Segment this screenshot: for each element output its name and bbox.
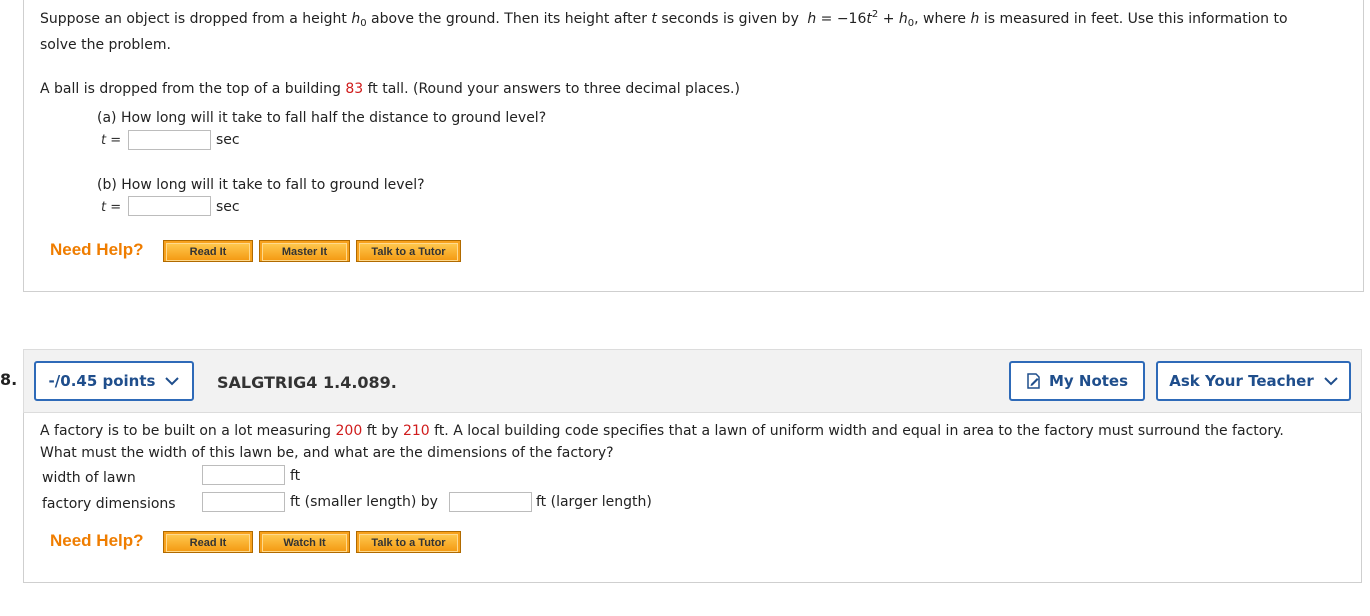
read-it-label: Read It bbox=[166, 534, 250, 552]
factory-dimensions-label: factory dimensions bbox=[42, 496, 176, 512]
lawn-width-input[interactable] bbox=[202, 465, 285, 485]
q7-intro-text: seconds is given by bbox=[656, 11, 804, 27]
my-notes-button[interactable]: My Notes bbox=[1009, 361, 1145, 401]
lawn-width-label: width of lawn bbox=[42, 470, 136, 486]
talk-to-tutor-button[interactable]: Talk to a Tutor bbox=[356, 240, 461, 262]
master-it-label: Master It bbox=[262, 243, 347, 261]
factory-smaller-length-input[interactable] bbox=[202, 492, 285, 512]
equals-sign: = bbox=[106, 200, 122, 215]
read-it-button[interactable]: Read It bbox=[163, 531, 253, 553]
talk-to-tutor-button[interactable]: Talk to a Tutor bbox=[356, 531, 461, 553]
eq-h: h bbox=[807, 11, 817, 27]
q7-intro-text: Suppose an object is dropped from a heig… bbox=[40, 11, 352, 27]
question-id: SALGTRIG4 1.4.089. bbox=[217, 373, 397, 392]
equals-sign: = bbox=[106, 133, 122, 148]
talk-to-tutor-label: Talk to a Tutor bbox=[359, 243, 458, 261]
lot-width-value: 200 bbox=[335, 423, 363, 439]
height-equation: h = −16t2 + h0, bbox=[807, 9, 918, 29]
eq-h0: h bbox=[898, 11, 908, 27]
part-a-unit: sec bbox=[216, 132, 240, 148]
part-b-answer-input[interactable] bbox=[128, 196, 211, 216]
notes-icon bbox=[1027, 373, 1040, 389]
part-b-unit: sec bbox=[216, 199, 240, 215]
ask-your-teacher-button[interactable]: Ask Your Teacher bbox=[1156, 361, 1351, 401]
points-dropdown[interactable]: -/0.45 points bbox=[34, 361, 194, 401]
question-number: 8. bbox=[0, 370, 18, 389]
chevron-down-icon bbox=[165, 376, 180, 385]
q7-problem-statement: A ball is dropped from the top of a buil… bbox=[40, 81, 740, 97]
lawn-width-unit: ft bbox=[290, 468, 301, 484]
my-notes-label: My Notes bbox=[1048, 372, 1129, 390]
q7-intro-text: where bbox=[918, 11, 971, 27]
q8-text: ft. A local building code specifies that… bbox=[429, 423, 1284, 439]
master-it-button[interactable]: Master It bbox=[259, 240, 350, 262]
building-height-value: 83 bbox=[345, 81, 364, 97]
part-a-answer-input[interactable] bbox=[128, 130, 211, 150]
q7-part-a-question: (a) How long will it take to fall half t… bbox=[97, 110, 547, 126]
need-help-label: Need Help? bbox=[50, 240, 144, 259]
q7-problem-text: A ball is dropped from the top of a buil… bbox=[40, 81, 346, 97]
part-b-t-label: t = bbox=[101, 200, 121, 215]
read-it-label: Read It bbox=[166, 243, 250, 261]
var-h0: h bbox=[351, 11, 361, 27]
points-label: -/0.45 points bbox=[48, 372, 156, 390]
q8-text: A factory is to be built on a lot measur… bbox=[40, 423, 336, 439]
q8-text: ft by bbox=[362, 423, 403, 439]
factory-larger-length-input[interactable] bbox=[449, 492, 532, 512]
q7-intro-line1: Suppose an object is dropped from a heig… bbox=[40, 9, 1288, 29]
q7-intro-line2: solve the problem. bbox=[40, 37, 171, 53]
part-a-t-label: t = bbox=[101, 133, 121, 148]
lot-length-value: 210 bbox=[402, 423, 430, 439]
chevron-down-icon bbox=[1324, 376, 1338, 385]
smaller-length-unit: ft (smaller length) by bbox=[290, 494, 438, 510]
q8-problem-line1: A factory is to be built on a lot measur… bbox=[40, 423, 1284, 439]
q8-problem-line2: What must the width of this lawn be, and… bbox=[40, 445, 614, 461]
talk-to-tutor-label: Talk to a Tutor bbox=[359, 534, 458, 552]
eq-plus: + bbox=[878, 11, 899, 27]
watch-it-label: Watch It bbox=[262, 534, 347, 552]
q7-problem-text: ft tall. (Round your answers to three de… bbox=[363, 81, 740, 97]
read-it-button[interactable]: Read It bbox=[163, 240, 253, 262]
eq-mid: = −16 bbox=[816, 11, 867, 27]
ask-teacher-label: Ask Your Teacher bbox=[1169, 372, 1314, 390]
q7-intro-text: above the ground. Then its height after bbox=[366, 11, 652, 27]
watch-it-button[interactable]: Watch It bbox=[259, 531, 350, 553]
need-help-label: Need Help? bbox=[50, 531, 144, 550]
larger-length-unit: ft (larger length) bbox=[536, 494, 652, 510]
q7-intro-text: is measured in feet. Use this informatio… bbox=[979, 11, 1288, 27]
q7-part-b-question: (b) How long will it take to fall to gro… bbox=[97, 177, 425, 193]
